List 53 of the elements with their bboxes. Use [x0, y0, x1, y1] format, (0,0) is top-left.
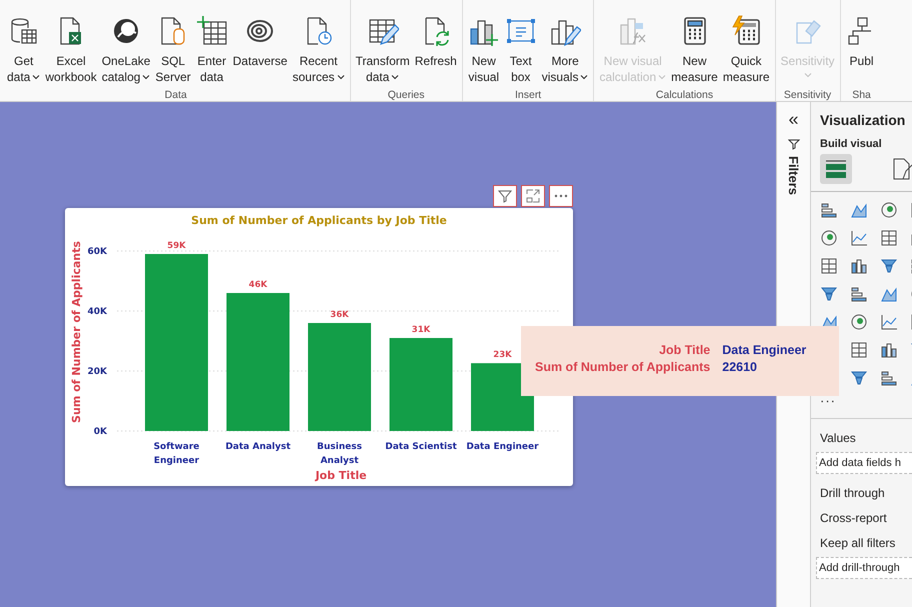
group-label: Sha [852, 89, 871, 101]
data-label: 46K [248, 280, 268, 290]
ribbon-button[interactable]: More visuals [540, 15, 590, 86]
ribbon-button[interactable]: Enter data [194, 15, 229, 86]
axis-title: Sum of Number of Applicants [70, 241, 83, 423]
category-label: Data Scientist [385, 442, 457, 452]
drop-field[interactable]: Add data fields h [816, 452, 912, 474]
axis-tick-label: 60K [88, 247, 107, 257]
ribbon-button[interactable]: Get data [6, 15, 42, 86]
category-label: Business Analyst [317, 442, 362, 466]
ribbon-button[interactable]: Text box [504, 15, 538, 86]
pane-title[interactable]: Filters [786, 156, 801, 196]
ribbon-button[interactable]: Refresh [414, 15, 458, 86]
axis-tick-label: 40K [88, 307, 107, 317]
option-label: Cross-report [820, 511, 887, 525]
ribbon-button[interactable]: Publ [844, 15, 879, 86]
group-label: Sensitivity [784, 89, 832, 101]
ribbon-button[interactable]: Recent sources [291, 15, 346, 86]
group-label: Queries [388, 89, 425, 101]
group-label: Calculations [656, 89, 714, 101]
axis-title: Job Title [315, 469, 367, 482]
ribbon-button[interactable]: Transform data [354, 15, 411, 86]
tooltip-label: Sum of Number of Applicants [535, 360, 710, 374]
ribbon-button[interactable]: Dataverse [232, 15, 288, 86]
option-label: Keep all filters [820, 536, 896, 550]
section-title: Values [820, 431, 856, 445]
axis-tick-label: 20K [88, 367, 107, 377]
ribbon-button[interactable]: Excel workbook [44, 15, 98, 86]
section-title: Build visual [820, 138, 882, 150]
tooltip-value: Data Engineer [722, 343, 806, 357]
data-label: 36K [330, 310, 349, 320]
category-label: Data Analyst [225, 442, 291, 452]
ribbon-button[interactable]: New measure [670, 15, 719, 86]
group-label: Data [164, 89, 187, 101]
group-label: Insert [514, 89, 542, 101]
data-label: 31K [412, 325, 430, 335]
axis-tick-label: 0K [94, 427, 107, 437]
chart-title: Sum of Number of Applicants by Job Title [191, 214, 447, 227]
tooltip-label: Job Title [658, 343, 710, 357]
category-label: Software Engineer [154, 442, 200, 466]
drop-field[interactable]: Add drill-through [816, 557, 912, 579]
ribbon-button[interactable]: Quick measure [722, 15, 771, 86]
section-title: Drill through [820, 486, 885, 500]
ribbon-button[interactable]: OneLake catalog [100, 15, 152, 86]
pane-title: Visualization [820, 112, 906, 128]
tooltip-value: 22610 [722, 360, 758, 374]
ribbon-button[interactable]: SQL Server [154, 15, 192, 86]
collapse-button[interactable]: « [788, 110, 798, 128]
category-label: Data Engineer [466, 442, 539, 452]
ribbon-button[interactable]: New visual [466, 15, 501, 86]
data-label: 59K [167, 241, 186, 251]
data-label: 23K [493, 350, 512, 360]
more-visuals-button[interactable]: ··· [820, 393, 836, 408]
